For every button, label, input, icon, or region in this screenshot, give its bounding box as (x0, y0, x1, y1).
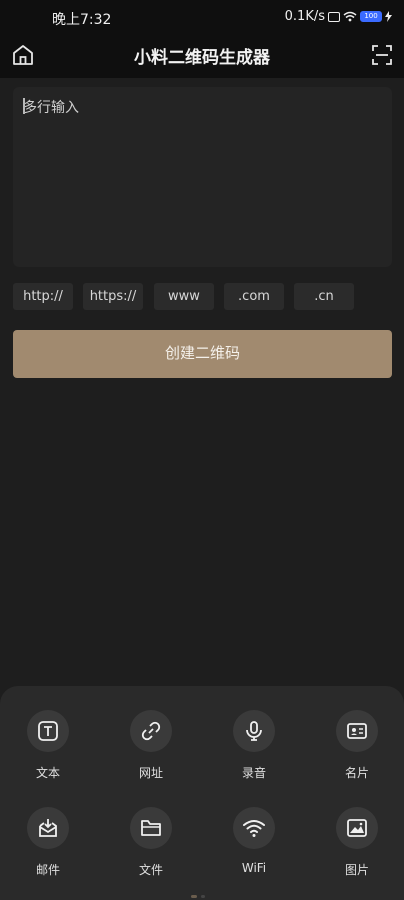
type-label: 录音 (241, 766, 266, 780)
qr-type-panel: 文本 网址 录音 名片 邮件 文件 WiFi 图片 (0, 686, 404, 900)
page-dot-active (191, 895, 197, 898)
microphone-icon (246, 721, 262, 741)
status-bar: 晚上7:32 0.1K/s 100 (0, 0, 404, 34)
type-audio[interactable]: 录音 (219, 710, 289, 781)
type-label: 名片 (344, 766, 369, 780)
chip-www[interactable]: www (154, 283, 214, 310)
link-icon (141, 721, 161, 741)
type-label: 邮件 (35, 863, 60, 877)
app-header: 小料二维码生成器 (0, 34, 404, 78)
text-cursor (23, 98, 25, 114)
sim-icon (328, 11, 340, 22)
type-card[interactable]: 名片 (322, 710, 392, 781)
type-label: 文件 (138, 863, 163, 877)
status-icons: 0.1K/s 100 (285, 9, 392, 24)
mail-icon (39, 819, 57, 837)
folder-icon (141, 820, 161, 836)
chip-cn[interactable]: .cn (294, 283, 354, 310)
page-dot (201, 895, 205, 898)
scan-button[interactable] (370, 43, 394, 67)
scan-icon (372, 45, 392, 65)
chip-https[interactable]: https:// (83, 283, 143, 310)
type-wifi[interactable]: WiFi (219, 807, 289, 875)
chip-http[interactable]: http:// (13, 283, 73, 310)
type-text[interactable]: 文本 (13, 710, 83, 781)
page-title: 小料二维码生成器 (134, 48, 270, 68)
chip-com[interactable]: .com (224, 283, 284, 310)
content-input[interactable] (13, 87, 392, 267)
type-url[interactable]: 网址 (116, 710, 186, 781)
type-image[interactable]: 图片 (322, 807, 392, 878)
type-label: 图片 (344, 863, 369, 877)
status-time: 晚上7:32 (52, 12, 112, 28)
create-qrcode-button[interactable]: 创建二维码 (13, 330, 392, 378)
type-label: 网址 (138, 766, 163, 780)
type-label: WiFi (241, 861, 267, 875)
image-icon (347, 819, 367, 837)
wifi-signal-icon (343, 11, 357, 22)
charging-icon (385, 11, 392, 22)
type-mail[interactable]: 邮件 (13, 807, 83, 878)
page-indicator (191, 895, 205, 898)
type-label: 文本 (35, 766, 60, 780)
battery-icon: 100 (360, 11, 382, 22)
wifi-icon (243, 820, 265, 837)
network-speed: 0.1K/s (284, 9, 325, 24)
text-icon (38, 721, 58, 741)
contact-card-icon (347, 723, 367, 739)
type-file[interactable]: 文件 (116, 807, 186, 878)
